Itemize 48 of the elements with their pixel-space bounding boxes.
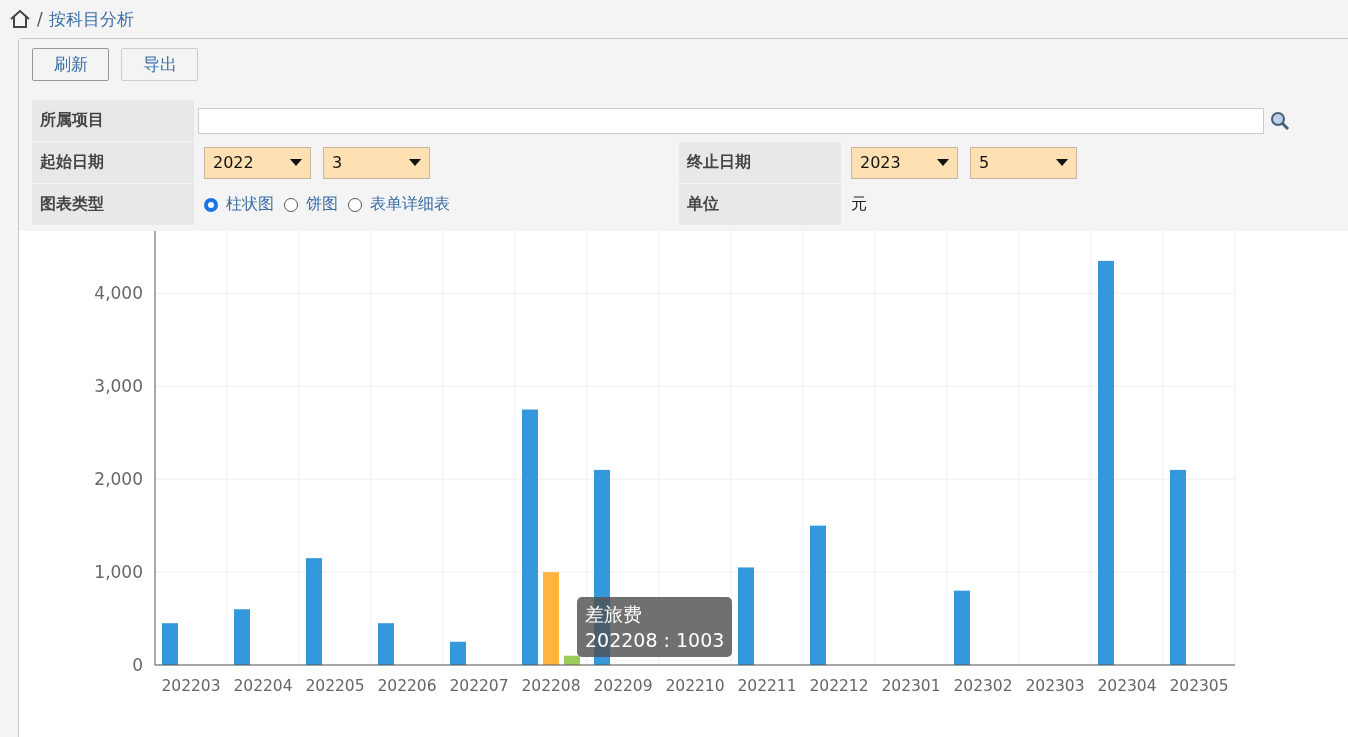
- bar[interactable]: [564, 655, 580, 665]
- y-tick-label: 0: [132, 655, 143, 675]
- x-tick-label: 202209: [593, 677, 653, 695]
- select-field[interactable]: 2023: [851, 146, 958, 179]
- export-button[interactable]: 导出: [121, 48, 198, 81]
- x-tick-label: 202205: [305, 677, 365, 695]
- y-tick-label: 4,000: [94, 283, 143, 304]
- x-tick-label: 202301: [881, 677, 941, 695]
- search-icon[interactable]: [1270, 110, 1290, 131]
- x-tick-label: 202207: [449, 677, 509, 695]
- breadcrumb-title: 按科目分析: [48, 7, 134, 31]
- home-icon[interactable]: [9, 9, 31, 29]
- field-label: 所属项目: [32, 100, 194, 141]
- x-tick-label: 202212: [809, 677, 869, 695]
- x-tick-label: 202210: [665, 677, 725, 695]
- tooltip-title: 差旅费: [585, 602, 643, 627]
- x-tick-label: 202211: [737, 677, 797, 695]
- radio-option[interactable]: 柱状图: [204, 194, 274, 215]
- select-field[interactable]: 3: [323, 146, 430, 179]
- x-tick-label: 202203: [161, 677, 221, 695]
- x-tick-label: 202303: [1025, 677, 1085, 695]
- x-tick-label: 202302: [953, 677, 1013, 695]
- select-field[interactable]: 5: [970, 146, 1077, 179]
- x-tick-label: 202208: [521, 677, 581, 695]
- y-tick-label: 1,000: [94, 562, 143, 583]
- bar[interactable]: [450, 641, 466, 665]
- x-tick-label: 202206: [377, 677, 437, 695]
- y-tick-label: 3,000: [94, 376, 143, 397]
- caret-icon: [409, 159, 421, 166]
- tooltip-value: 202208 : 1003: [585, 628, 725, 653]
- field-label: 起始日期: [32, 142, 194, 183]
- field-label: 终止日期: [679, 142, 841, 183]
- caret-icon: [1056, 159, 1068, 166]
- radio-option[interactable]: 表单详细表: [348, 194, 450, 215]
- select-field[interactable]: 2022: [204, 146, 311, 179]
- project-input[interactable]: [198, 107, 1264, 134]
- y-tick-label: 2,000: [94, 469, 143, 490]
- caret-icon: [290, 159, 302, 166]
- radio-option[interactable]: 饼图: [284, 194, 338, 215]
- x-tick-label: 202305: [1169, 677, 1229, 695]
- refresh-button[interactable]: 刷新: [32, 48, 109, 81]
- field-label: 图表类型: [32, 184, 194, 225]
- x-tick-label: 202204: [233, 677, 293, 695]
- field-label: 单位: [679, 184, 841, 225]
- caret-icon: [937, 159, 949, 166]
- breadcrumb-separator: /: [37, 9, 43, 29]
- unit-value: 元: [850, 194, 867, 215]
- x-tick-label: 202304: [1097, 677, 1157, 695]
